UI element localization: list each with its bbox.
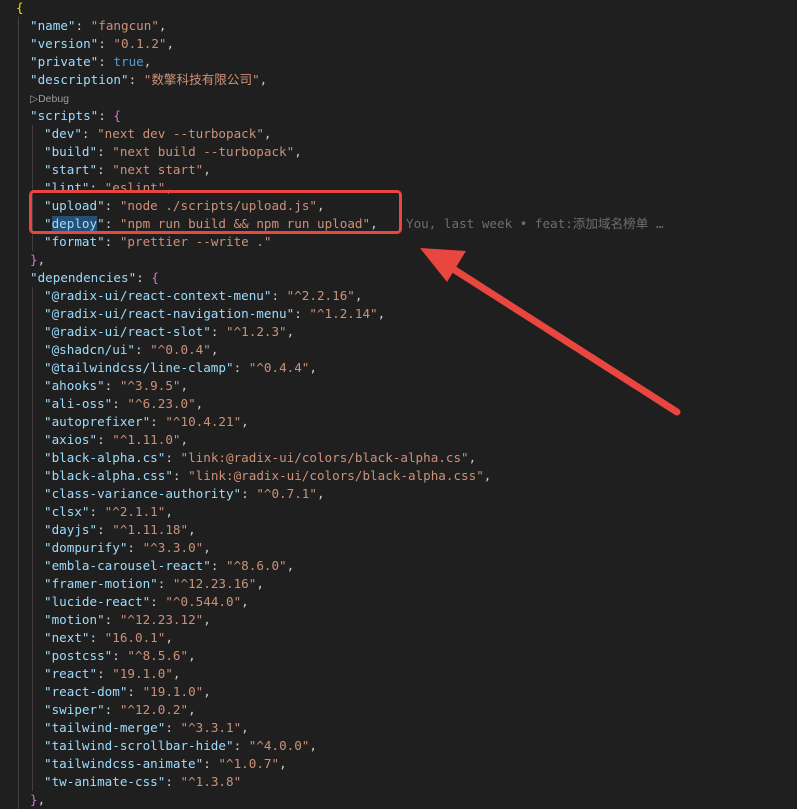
pointer-arrow-icon (420, 248, 681, 416)
